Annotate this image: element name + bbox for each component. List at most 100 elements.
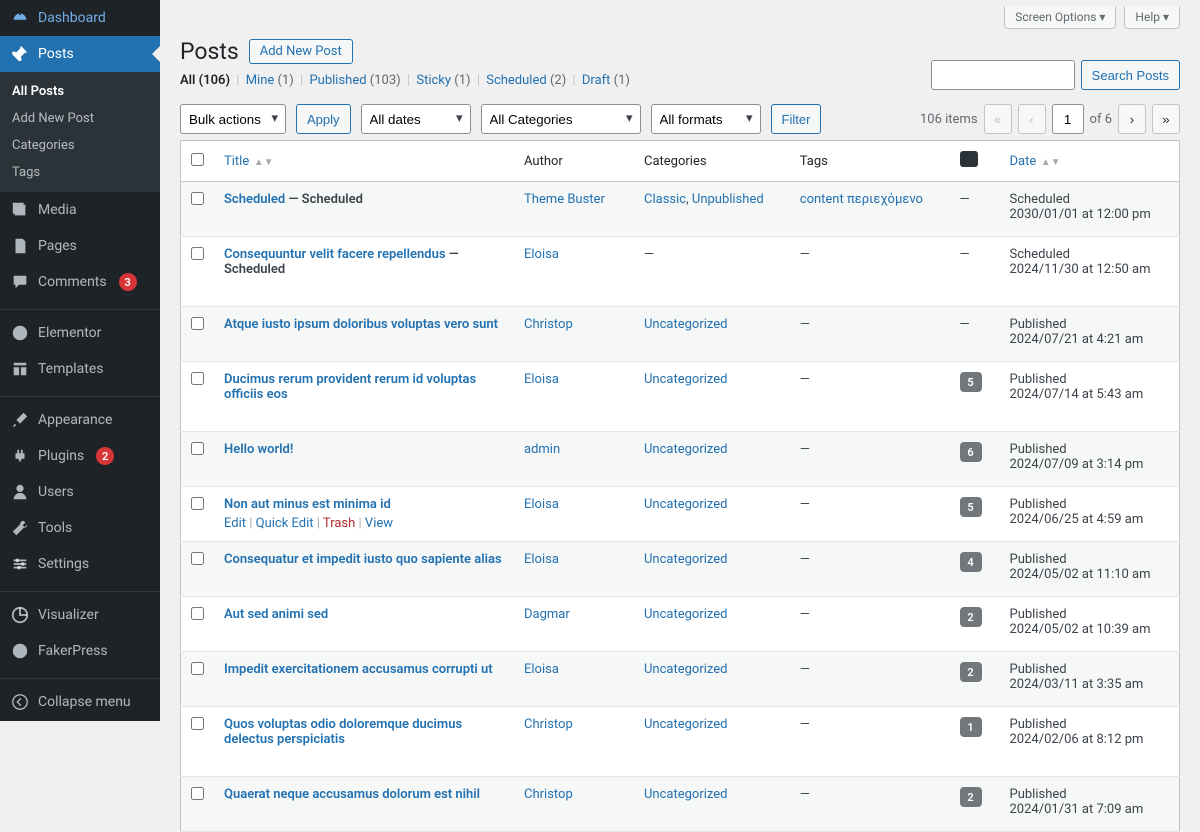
comment-count[interactable]: 2: [960, 662, 982, 682]
next-page-button[interactable]: ›: [1118, 104, 1146, 134]
row-checkbox[interactable]: [191, 317, 204, 330]
trash-link[interactable]: Trash: [323, 516, 355, 531]
post-title-link[interactable]: Atque iusto ipsum doloribus voluptas ver…: [224, 317, 498, 332]
category-link[interactable]: Classic: [644, 192, 686, 207]
post-title-link[interactable]: Quos voluptas odio doloremque ducimus de…: [224, 717, 462, 747]
author-link[interactable]: Eloisa: [524, 247, 559, 262]
post-title-link[interactable]: Scheduled: [224, 192, 285, 207]
post-title-link[interactable]: Quaerat neque accusamus dolorum est nihi…: [224, 787, 480, 802]
col-title[interactable]: Title ▲▼: [214, 141, 514, 182]
submenu-item-categories[interactable]: Categories: [0, 132, 160, 159]
filter-mine[interactable]: Mine: [246, 73, 275, 88]
sidebar-item-fakerpress[interactable]: FakerPress: [0, 633, 160, 669]
last-page-button[interactable]: »: [1152, 104, 1180, 134]
screen-options-tab[interactable]: Screen Options ▾: [1004, 6, 1116, 29]
author-link[interactable]: Eloisa: [524, 372, 559, 387]
col-comments[interactable]: [950, 141, 1000, 182]
author-link[interactable]: Dagmar: [524, 607, 570, 622]
submenu-item-tags[interactable]: Tags: [0, 159, 160, 186]
col-author[interactable]: Author: [514, 141, 634, 182]
row-checkbox[interactable]: [191, 442, 204, 455]
category-link[interactable]: Unpublished: [692, 192, 764, 207]
author-link[interactable]: Theme Buster: [524, 192, 605, 207]
first-page-button[interactable]: «: [984, 104, 1012, 134]
sidebar-item-visualizer[interactable]: Visualizer: [0, 597, 160, 633]
row-checkbox[interactable]: [191, 372, 204, 385]
submenu-item-add-new[interactable]: Add New Post: [0, 105, 160, 132]
row-checkbox[interactable]: [191, 607, 204, 620]
category-link[interactable]: Uncategorized: [644, 717, 727, 732]
row-checkbox[interactable]: [191, 497, 204, 510]
author-link[interactable]: Christop: [524, 317, 573, 332]
sidebar-item-appearance[interactable]: Appearance: [0, 402, 160, 438]
category-link[interactable]: Uncategorized: [644, 372, 727, 387]
sidebar-item-collapse[interactable]: Collapse menu: [0, 684, 160, 720]
comment-count[interactable]: 1: [960, 717, 982, 737]
comment-count[interactable]: 4: [960, 552, 982, 572]
comment-count[interactable]: 6: [960, 442, 982, 462]
filter-button[interactable]: Filter: [771, 104, 822, 134]
bulk-actions-select[interactable]: Bulk actions: [180, 104, 286, 134]
post-title-link[interactable]: Hello world!: [224, 442, 293, 457]
post-title-link[interactable]: Impedit exercitationem accusamus corrupt…: [224, 662, 493, 677]
sidebar-item-media[interactable]: Media: [0, 192, 160, 228]
view-link[interactable]: View: [365, 516, 393, 531]
apply-button[interactable]: Apply: [296, 104, 351, 134]
author-link[interactable]: Christop: [524, 787, 573, 802]
sidebar-item-tools[interactable]: Tools: [0, 510, 160, 546]
prev-page-button[interactable]: ‹: [1018, 104, 1046, 134]
filter-all[interactable]: All: [180, 73, 195, 88]
search-input[interactable]: [931, 60, 1075, 90]
select-all-checkbox[interactable]: [191, 153, 204, 166]
add-new-post-button[interactable]: Add New Post: [249, 39, 353, 64]
post-title-link[interactable]: Consequuntur velit facere repellendus: [224, 247, 446, 262]
quick-edit-link[interactable]: Quick Edit: [256, 516, 314, 531]
filter-draft[interactable]: Draft: [582, 73, 611, 88]
comment-count[interactable]: 5: [960, 372, 982, 392]
submenu-item-all-posts[interactable]: All Posts: [0, 78, 160, 105]
comment-count[interactable]: 2: [960, 607, 982, 627]
sidebar-item-plugins[interactable]: Plugins 2: [0, 438, 160, 474]
category-link[interactable]: Uncategorized: [644, 607, 727, 622]
category-link[interactable]: Uncategorized: [644, 317, 727, 332]
comment-count[interactable]: 5: [960, 497, 982, 517]
author-link[interactable]: Christop: [524, 717, 573, 732]
sidebar-item-templates[interactable]: Templates: [0, 351, 160, 387]
post-title-link[interactable]: Aut sed animi sed: [224, 607, 328, 622]
row-checkbox[interactable]: [191, 552, 204, 565]
author-link[interactable]: Eloisa: [524, 497, 559, 512]
formats-select[interactable]: All formats: [651, 104, 761, 134]
comment-count[interactable]: 2: [960, 787, 982, 807]
post-title-link[interactable]: Ducimus rerum provident rerum id volupta…: [224, 372, 476, 402]
author-link[interactable]: Eloisa: [524, 552, 559, 567]
author-link[interactable]: admin: [524, 442, 560, 457]
row-checkbox[interactable]: [191, 662, 204, 675]
author-link[interactable]: Eloisa: [524, 662, 559, 677]
sidebar-item-elementor[interactable]: Elementor: [0, 315, 160, 351]
tag-link[interactable]: περιεχόμενο: [847, 192, 923, 207]
sidebar-item-users[interactable]: Users: [0, 474, 160, 510]
dates-select[interactable]: All dates: [361, 104, 471, 134]
post-title-link[interactable]: Non aut minus est minima id: [224, 497, 391, 512]
sidebar-item-settings[interactable]: Settings: [0, 546, 160, 582]
category-link[interactable]: Uncategorized: [644, 787, 727, 802]
filter-scheduled[interactable]: Scheduled: [486, 73, 546, 88]
search-posts-button[interactable]: Search Posts: [1081, 60, 1180, 90]
col-tags[interactable]: Tags: [790, 141, 950, 182]
filter-published[interactable]: Published: [309, 73, 366, 88]
sidebar-item-dashboard[interactable]: Dashboard: [0, 0, 160, 36]
col-date[interactable]: Date ▲▼: [1000, 141, 1180, 182]
current-page-input[interactable]: [1052, 104, 1084, 134]
sidebar-item-comments[interactable]: Comments 3: [0, 264, 160, 300]
category-link[interactable]: Uncategorized: [644, 662, 727, 677]
sidebar-item-posts[interactable]: Posts: [0, 36, 160, 72]
category-link[interactable]: Uncategorized: [644, 552, 727, 567]
row-checkbox[interactable]: [191, 192, 204, 205]
post-title-link[interactable]: Consequatur et impedit iusto quo sapient…: [224, 552, 502, 567]
filter-sticky[interactable]: Sticky: [416, 73, 451, 88]
help-tab[interactable]: Help ▾: [1124, 6, 1180, 29]
col-categories[interactable]: Categories: [634, 141, 790, 182]
row-checkbox[interactable]: [191, 247, 204, 260]
tag-link[interactable]: content: [800, 192, 844, 207]
sidebar-item-pages[interactable]: Pages: [0, 228, 160, 264]
